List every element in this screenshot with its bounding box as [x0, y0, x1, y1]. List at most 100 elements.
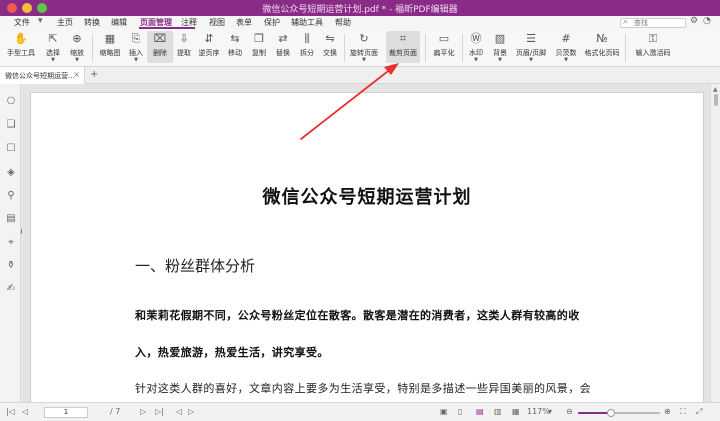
attachment-icon[interactable]: ⚲: [5, 190, 17, 202]
extract-page-button[interactable]: ⇩ 提取: [171, 31, 197, 63]
continuous-view-icon[interactable]: ▤: [476, 407, 484, 417]
swap-page-button[interactable]: ⇋ 交换: [317, 31, 343, 63]
menu-file[interactable]: 文件: [14, 17, 30, 28]
menu-form[interactable]: 表单: [236, 17, 252, 28]
zoom-slider-fill: [578, 412, 611, 414]
menu-protect[interactable]: 保护: [264, 17, 280, 28]
activation-code-button[interactable]: ⚿ 输入激活码: [636, 31, 671, 63]
flatten-icon: ▭: [438, 32, 450, 45]
zoom-tool-button[interactable]: ⊕ 缩放 ▼: [64, 31, 90, 63]
document-tab-strip: 微信公众号短期运营... × +: [0, 67, 720, 84]
new-tab-button[interactable]: +: [90, 70, 98, 80]
zoom-in-icon[interactable]: ⊕: [664, 407, 671, 417]
menu-help[interactable]: 帮助: [335, 17, 351, 28]
extract-icon: ⇩: [179, 32, 189, 45]
fullscreen-icon[interactable]: ⤢: [696, 407, 702, 417]
window-title: 微信公众号短期运营计划.pdf * - 福昕PDF编辑器: [262, 5, 458, 15]
menu-accessibility[interactable]: 辅助工具: [291, 17, 323, 28]
hash-icon: #: [561, 32, 571, 45]
chevron-down-icon: ▼: [134, 57, 138, 63]
page-thumbnails-icon[interactable]: ❏: [5, 119, 17, 131]
flatten-button[interactable]: ▭ 扁平化: [431, 31, 457, 63]
swap-icon: ⇋: [325, 32, 335, 45]
delete-page-button[interactable]: ⌧ 删除: [147, 31, 173, 63]
hand-icon: ✋: [14, 32, 28, 45]
background-button[interactable]: ▨ 背景 ▼: [487, 31, 513, 63]
document-info-icon[interactable]: ▤: [5, 213, 17, 225]
stamp-icon[interactable]: ⚱: [5, 260, 17, 272]
activation-key-icon: ⚿: [648, 32, 658, 45]
watermark-button[interactable]: Ⓦ 水印 ▼: [463, 31, 489, 63]
chevron-down-icon: ▼: [474, 57, 478, 63]
format-page-number-button[interactable]: № 格式化页码: [585, 31, 620, 63]
zoom-slider[interactable]: [578, 409, 660, 417]
chevron-up-icon[interactable]: ▲: [713, 86, 718, 93]
search-box[interactable]: ⌕: [620, 17, 686, 28]
paragraph-line: 和茉莉花假期不同，公众号粉丝定位在散客。散客是潜在的消费者，这类人群有较高的收: [135, 309, 580, 322]
left-sidebar: ⎔ ❏ ☐ ◈ ⚲ ▤ ⌖ ⚱ ✍: [0, 84, 21, 402]
document-title: 微信公众号短期运营计划: [262, 187, 472, 208]
cursor-icon: ⇱: [48, 32, 58, 45]
header-footer-icon: ☰: [526, 32, 536, 45]
layers-icon[interactable]: ◈: [5, 167, 17, 179]
move-page-button[interactable]: ⇆ 移动: [222, 31, 248, 63]
insert-page-button[interactable]: ⎘ 插入 ▼: [123, 31, 149, 63]
close-icon[interactable]: ×: [73, 70, 80, 79]
single-page-view-icon[interactable]: ▯: [458, 407, 462, 417]
fit-page-icon[interactable]: ▣: [440, 407, 448, 417]
replace-page-button[interactable]: ⇄ 替换: [270, 31, 296, 63]
paragraph-line: 针对这类人群的喜好，文章内容上要多为生活享受，特别是多描述一些异国美丽的风景，会: [135, 382, 591, 395]
search-input[interactable]: [634, 19, 684, 27]
page-number-input[interactable]: 1: [44, 407, 88, 418]
watermark-icon: Ⓦ: [470, 32, 482, 45]
current-page: 1: [63, 408, 69, 416]
zoom-value[interactable]: 117%: [527, 407, 550, 417]
facing-view-icon[interactable]: ▥: [494, 407, 502, 417]
menu-view[interactable]: 视图: [209, 17, 225, 28]
chevron-down-icon: ▼: [75, 57, 79, 63]
settings-icon[interactable]: ⚙: [690, 16, 698, 26]
insert-page-icon: ⎘: [131, 32, 141, 45]
fit-width-icon[interactable]: ⛶: [680, 407, 686, 417]
crop-page-button[interactable]: ⌗ 裁剪页面: [386, 31, 420, 63]
menu-home[interactable]: 主页: [57, 17, 73, 28]
continuous-facing-view-icon[interactable]: ▦: [512, 407, 520, 417]
header-footer-button[interactable]: ☰ 页眉/页脚 ▼: [516, 31, 546, 63]
chevron-down-icon[interactable]: ▾: [548, 407, 552, 417]
thumbnails-button[interactable]: ▦ 缩略图: [97, 31, 123, 63]
menu-edit[interactable]: 编辑: [111, 17, 127, 28]
location-icon[interactable]: ⌖: [5, 237, 17, 249]
last-page-icon[interactable]: ▷|: [155, 407, 164, 417]
zoom-out-icon[interactable]: ⊖: [566, 407, 573, 417]
previous-page-icon[interactable]: ◁: [22, 407, 28, 417]
rotate-page-button[interactable]: ↻ 旋转页面 ▼: [350, 31, 378, 63]
scrollbar-thumb[interactable]: [714, 94, 718, 106]
tool-label: 裁剪页面: [389, 49, 417, 57]
bates-number-button[interactable]: # 贝茨数 ▼: [553, 31, 579, 63]
copy-page-button[interactable]: ❐ 复制: [246, 31, 272, 63]
ribbon-toolbar: ✋ 手型工具 ⇱ 选择 ▼ ⊕ 缩放 ▼ ▦ 缩略图 ⎘ 插入 ▼ ⌧ 删除 ⇩…: [0, 29, 720, 67]
status-bar: |◁ ◁ 1 / 7 ▷ ▷| ◁ ▷ ▣ ▯ ▤ ▥ ▦ 117% ▾ ⊖ ⊕…: [0, 402, 720, 421]
hand-tool-button[interactable]: ✋ 手型工具: [7, 31, 35, 63]
split-icon: ⫼: [304, 32, 310, 45]
next-page-icon[interactable]: ▷: [140, 407, 146, 417]
next-view-icon[interactable]: ▷: [188, 407, 194, 417]
signature-icon[interactable]: ✍: [5, 283, 17, 295]
chevron-down-icon: ▼: [498, 57, 502, 63]
pdf-page: 微信公众号短期运营计划 一、粉丝群体分析 和茉莉花假期不同，公众号粉丝定位在散客…: [30, 92, 704, 402]
document-tab[interactable]: 微信公众号短期运营... ×: [0, 67, 85, 84]
vertical-scrollbar[interactable]: ▲: [710, 84, 720, 402]
select-tool-button[interactable]: ⇱ 选择 ▼: [40, 31, 66, 63]
bookmark-icon[interactable]: ⎔: [5, 96, 17, 108]
document-viewport[interactable]: 微信公众号短期运营计划 一、粉丝群体分析 和茉莉花假期不同，公众号粉丝定位在散客…: [22, 84, 710, 402]
menu-convert[interactable]: 转换: [84, 17, 100, 28]
reverse-pages-button[interactable]: ⇵ 逆页序: [196, 31, 222, 63]
first-page-icon[interactable]: |◁: [6, 407, 15, 417]
comments-icon[interactable]: ☐: [5, 143, 17, 155]
previous-view-icon[interactable]: ◁: [176, 407, 182, 417]
tab-label: 微信公众号短期运营...: [5, 72, 75, 80]
notification-icon[interactable]: ◔: [703, 16, 711, 26]
zoom-slider-knob[interactable]: [606, 409, 615, 417]
rotate-icon: ↻: [359, 32, 369, 45]
menu-dropdown-icon[interactable]: ▾: [38, 16, 43, 26]
